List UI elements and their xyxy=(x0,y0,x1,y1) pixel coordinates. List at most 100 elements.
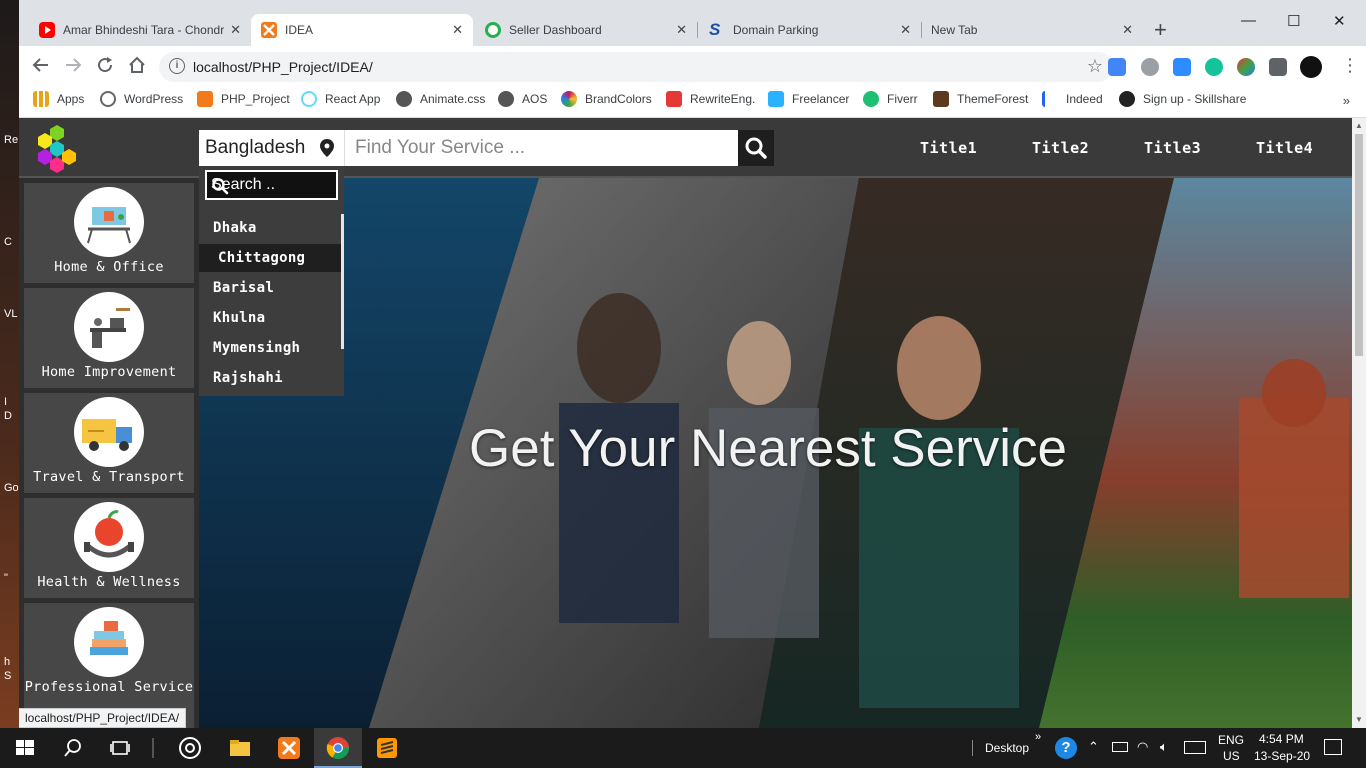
bookmarks-overflow-button[interactable]: » xyxy=(1343,93,1350,108)
bookmark-fiverr[interactable]: Fiverr xyxy=(863,91,918,107)
category-home-improvement[interactable]: Home Improvement xyxy=(24,288,194,388)
xampp-icon[interactable] xyxy=(277,736,301,760)
language-label[interactable]: ENG xyxy=(1218,733,1244,747)
keyboard-icon[interactable] xyxy=(1184,741,1206,754)
windows-taskbar: Desktop » ? ⌃ ◠ 🔈︎ ENG US 4:54 PM 13-Sep… xyxy=(0,728,1366,768)
bookmark-star-icon[interactable]: ☆ xyxy=(1087,56,1103,77)
battery-icon[interactable] xyxy=(1112,742,1128,752)
dropdown-search-input[interactable]: Search .. xyxy=(205,170,338,200)
new-tab-button[interactable]: + xyxy=(1154,19,1167,41)
file-explorer-icon[interactable] xyxy=(228,736,252,760)
back-arrow-icon[interactable] xyxy=(32,56,50,78)
close-icon[interactable]: ✕ xyxy=(900,22,911,38)
city-option-mymensingh[interactable]: Mymensingh xyxy=(199,334,342,362)
bookmark-animate-css[interactable]: Animate.css xyxy=(396,91,485,107)
forward-arrow-icon[interactable] xyxy=(64,56,82,78)
bookmark-themeforest[interactable]: ThemeForest xyxy=(933,91,1028,107)
tab-domain-parking[interactable]: S Domain Parking ✕ xyxy=(699,14,922,46)
bookmark-aos[interactable]: AOS xyxy=(498,91,547,107)
scroll-down-icon[interactable]: ▼ xyxy=(1355,715,1363,724)
reload-icon[interactable] xyxy=(96,56,114,78)
bookmark-label: Freelancer xyxy=(792,92,850,106)
bookmark-brandcolors[interactable]: BrandColors xyxy=(561,91,652,107)
web-page: Bangladesh Find Your Service ... Title1 … xyxy=(19,118,1352,728)
category-home-office[interactable]: Home & Office xyxy=(24,183,194,283)
desktop-toolbar-label[interactable]: Desktop xyxy=(985,741,1029,755)
minimize-button[interactable]: — xyxy=(1241,12,1256,29)
wifi-icon[interactable]: ◠ xyxy=(1137,739,1148,755)
tab-seller-dashboard[interactable]: Seller Dashboard ✕ xyxy=(475,14,698,46)
service-search-input[interactable]: Find Your Service ... xyxy=(344,130,738,166)
close-icon[interactable]: ✕ xyxy=(452,22,463,38)
city-option-khulna[interactable]: Khulna xyxy=(199,304,342,332)
category-health-wellness[interactable]: Health & Wellness xyxy=(24,498,194,598)
nav-link-title1[interactable]: Title1 xyxy=(920,139,977,157)
city-option-barisal[interactable]: Barisal xyxy=(199,274,342,302)
obs-icon[interactable] xyxy=(178,736,202,760)
close-icon[interactable]: ✕ xyxy=(676,22,687,38)
profile-avatar[interactable] xyxy=(1300,56,1322,78)
bookmark-skillshare[interactable]: Sign up - Skillshare xyxy=(1119,91,1246,107)
address-url[interactable]: localhost/PHP_Project/IDEA/ xyxy=(193,59,373,75)
help-icon[interactable]: ? xyxy=(1055,737,1077,759)
category-travel-transport[interactable]: Travel & Transport xyxy=(24,393,194,493)
close-icon[interactable]: ✕ xyxy=(1122,22,1133,38)
tab-new-tab[interactable]: New Tab ✕ xyxy=(921,14,1143,46)
dropdown-scrollbar[interactable] xyxy=(341,214,344,349)
close-icon[interactable]: ✕ xyxy=(230,22,241,38)
bookmark-react-app[interactable]: React App xyxy=(301,91,380,107)
home-icon[interactable] xyxy=(128,56,146,78)
notifications-icon[interactable] xyxy=(1324,739,1342,755)
region-label[interactable]: US xyxy=(1223,749,1240,763)
bookmark-apps[interactable]: Apps xyxy=(33,91,84,107)
search-button[interactable] xyxy=(738,130,774,166)
search-icon[interactable] xyxy=(61,736,85,760)
tab-idea[interactable]: IDEA ✕ xyxy=(251,14,473,46)
zoom-icon[interactable] xyxy=(1173,58,1191,76)
volume-icon[interactable]: 🔈︎ xyxy=(1160,739,1168,755)
page-scrollbar[interactable]: ▲ ▼ xyxy=(1352,118,1366,728)
city-option-rajshahi[interactable]: Rajshahi xyxy=(199,364,342,392)
close-window-button[interactable]: ✕ xyxy=(1333,12,1346,30)
translate-icon[interactable] xyxy=(1108,58,1126,76)
bookmark-indeed[interactable]: Indeed xyxy=(1042,91,1103,107)
city-option-dhaka[interactable]: Dhaka xyxy=(199,214,342,242)
city-option-chittagong[interactable]: Chittagong xyxy=(199,244,342,272)
category-label: Home Improvement xyxy=(41,364,177,380)
camera-icon[interactable] xyxy=(1141,58,1159,76)
category-label: Home & Office xyxy=(54,259,164,275)
brandcolors-icon xyxy=(561,91,577,107)
scrollbar-thumb[interactable] xyxy=(1355,134,1363,356)
bookmark-freelancer[interactable]: Freelancer xyxy=(768,91,849,107)
tab-youtube[interactable]: Amar Bhindeshi Tara - Chondr ✕ xyxy=(29,14,252,46)
address-bar[interactable]: i localhost/PHP_Project/IDEA/ ☆ xyxy=(159,52,1113,82)
colorzilla-icon[interactable] xyxy=(1237,58,1255,76)
youtube-icon xyxy=(39,22,55,38)
desktop-icon-label: VL xyxy=(4,308,18,320)
windows-start-icon[interactable] xyxy=(13,736,37,760)
clock-time[interactable]: 4:54 PM xyxy=(1259,732,1304,746)
site-logo[interactable] xyxy=(33,122,83,174)
task-view-icon[interactable] xyxy=(108,736,132,760)
bookmark-rewriteeng[interactable]: RewriteEng. xyxy=(666,91,755,107)
toolbar-expand-icon[interactable]: » xyxy=(1035,731,1041,743)
nav-link-title4[interactable]: Title4 xyxy=(1256,139,1313,157)
location-select[interactable]: Bangladesh xyxy=(199,130,344,166)
search-icon xyxy=(211,177,332,200)
scroll-up-icon[interactable]: ▲ xyxy=(1355,121,1363,130)
maximize-button[interactable]: ☐ xyxy=(1287,12,1300,30)
info-icon[interactable]: i xyxy=(169,58,185,74)
hero-title: Get Your Nearest Service xyxy=(469,419,1068,478)
nav-link-title2[interactable]: Title2 xyxy=(1032,139,1089,157)
nav-link-title3[interactable]: Title3 xyxy=(1144,139,1201,157)
chrome-taskbar-button[interactable] xyxy=(314,728,362,768)
hero-banner: Get Your Nearest Service xyxy=(199,178,1352,728)
grammarly-icon[interactable] xyxy=(1205,58,1223,76)
kebab-menu-icon[interactable]: ⋮ xyxy=(1341,55,1359,75)
extensions-puzzle-icon[interactable] xyxy=(1269,58,1287,76)
sublime-text-icon[interactable] xyxy=(375,736,399,760)
chevron-up-icon[interactable]: ⌃ xyxy=(1088,739,1099,755)
bookmark-php-project[interactable]: PHP_Project xyxy=(197,91,290,107)
clock-date[interactable]: 13-Sep-20 xyxy=(1254,749,1310,763)
bookmark-wordpress[interactable]: WordPress xyxy=(100,91,183,107)
